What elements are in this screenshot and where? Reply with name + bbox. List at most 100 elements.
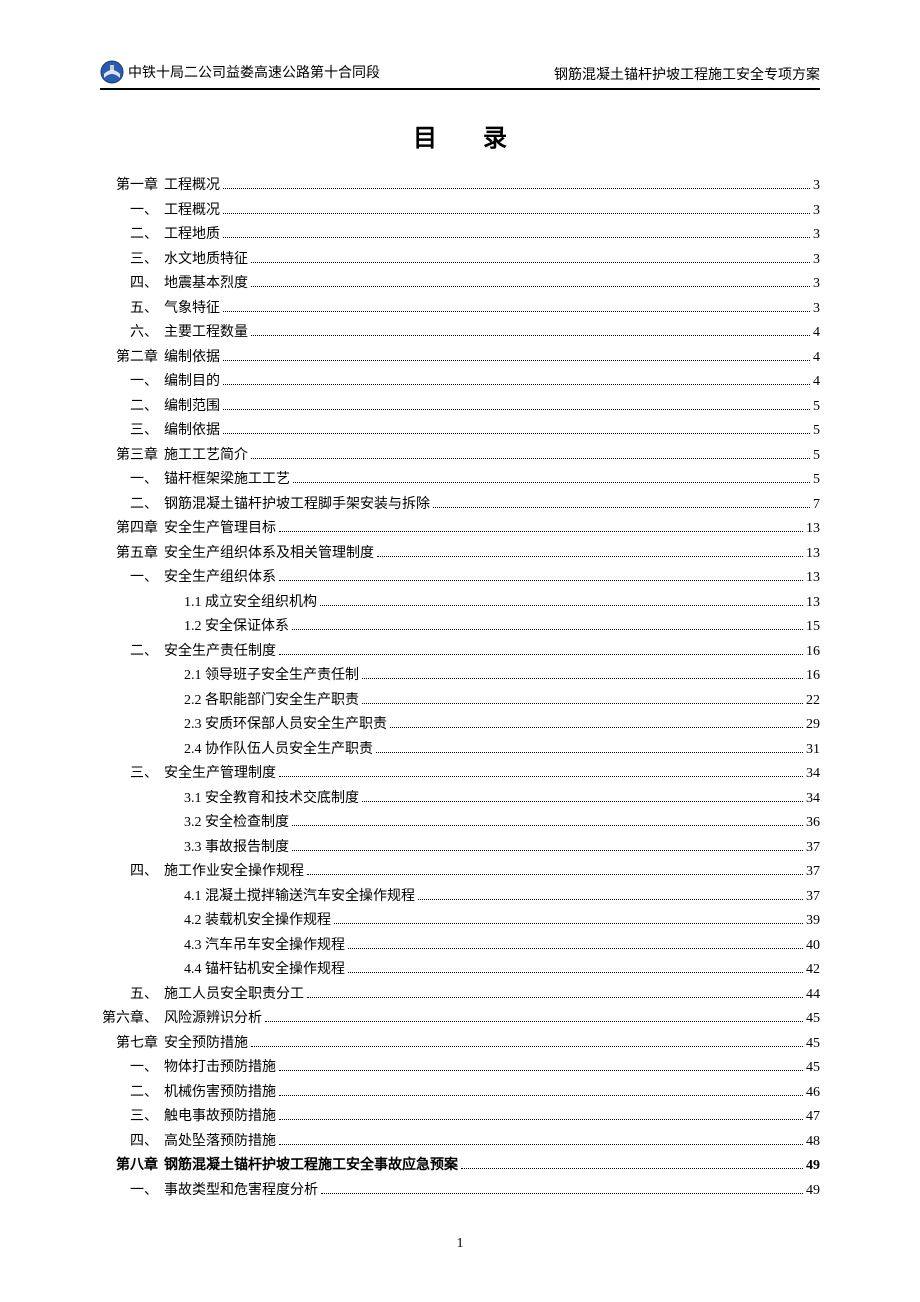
toc-entry-page: 37	[806, 865, 820, 879]
toc-entry-page: 34	[806, 767, 820, 781]
toc-entry-text: 2.2 各职能部门安全生产职责	[164, 694, 359, 708]
toc-entry-page: 4	[813, 351, 820, 365]
toc-entry: 四、施工作业安全操作规程37	[100, 865, 820, 879]
toc-entry-label: 四、	[100, 1135, 164, 1149]
toc-entry-label: 三、	[100, 253, 164, 267]
toc-entry: 二、钢筋混凝土锚杆护坡工程脚手架安装与拆除7	[100, 498, 820, 512]
toc-entry-page: 5	[813, 424, 820, 438]
toc-entry-label: 三、	[100, 767, 164, 781]
toc-leader-dots	[265, 1021, 803, 1022]
toc-entry-page: 49	[806, 1184, 820, 1198]
toc-entry-page: 16	[806, 669, 820, 683]
toc-entry-page: 3	[813, 228, 820, 242]
toc-entry: 三、编制依据5	[100, 424, 820, 438]
toc-entry: 五、气象特征3	[100, 302, 820, 316]
document-page: 中铁十局二公司益娄高速公路第十合同段 钢筋混凝土锚杆护坡工程施工安全专项方案 目…	[0, 0, 920, 1302]
toc-entry-text: 安全生产管理制度	[164, 767, 276, 781]
toc-entry: 4.2 装载机安全操作规程 39	[100, 914, 820, 928]
toc-leader-dots	[223, 433, 810, 434]
toc-entry-text: 事故类型和危害程度分析	[164, 1184, 318, 1198]
toc-entry-text: 钢筋混凝土锚杆护坡工程施工安全事故应急预案	[164, 1159, 458, 1173]
toc-leader-dots	[292, 629, 803, 630]
toc-leader-dots	[279, 580, 803, 581]
toc-entry-page: 36	[806, 816, 820, 830]
toc-entry-text: 4.4 锚杆钻机安全操作规程	[164, 963, 345, 977]
toc-leader-dots	[279, 1144, 803, 1145]
toc-entry-page: 45	[806, 1037, 820, 1051]
toc-entry: 1.2 安全保证体系15	[100, 620, 820, 634]
toc-entry: 第六章、风险源辨识分析45	[100, 1012, 820, 1026]
toc-entry: 一、事故类型和危害程度分析 49	[100, 1184, 820, 1198]
toc-entry: 一、物体打击预防措施45	[100, 1061, 820, 1075]
toc-entry-page: 45	[806, 1012, 820, 1026]
toc-title: 目 录	[100, 118, 820, 153]
toc-leader-dots	[390, 727, 803, 728]
toc-entry-page: 16	[806, 645, 820, 659]
toc-entry-page: 39	[806, 914, 820, 928]
toc-entry-text: 机械伤害预防措施	[164, 1086, 276, 1100]
toc-entry-text: 1.1 成立安全组织机构	[164, 596, 317, 610]
toc-entry-text: 2.3 安质环保部人员安全生产职责	[164, 718, 387, 732]
toc-entry-text: 4.1 混凝土搅拌输送汽车安全操作规程	[164, 890, 415, 904]
toc-entry-text: 3.3 事故报告制度	[164, 841, 289, 855]
toc-entry-label: 二、	[100, 645, 164, 659]
toc-entry-page: 13	[806, 596, 820, 610]
toc-entry-text: 1.2 安全保证体系	[164, 620, 289, 634]
toc-entry: 六、主要工程数量4	[100, 326, 820, 340]
toc-entry-text: 钢筋混凝土锚杆护坡工程脚手架安装与拆除	[164, 498, 430, 512]
toc-leader-dots	[321, 1193, 803, 1194]
toc-entry: 三、水文地质特征3	[100, 253, 820, 267]
toc-entry: 第七章安全预防措施45	[100, 1037, 820, 1051]
toc-leader-dots	[223, 311, 810, 312]
toc-entry-label: 二、	[100, 1086, 164, 1100]
toc-entry-text: 施工作业安全操作规程	[164, 865, 304, 879]
toc-entry-text: 编制范围	[164, 400, 220, 414]
toc-entry: 三、安全生产管理制度 34	[100, 767, 820, 781]
toc-entry-label: 第五章	[100, 547, 164, 561]
toc-entry: 2.4 协作队伍人员安全生产职责31	[100, 743, 820, 757]
toc-entry-text: 工程概况	[164, 179, 220, 193]
toc-entry-text: 4.2 装载机安全操作规程	[164, 914, 331, 928]
toc-leader-dots	[251, 1046, 803, 1047]
toc-entry-page: 48	[806, 1135, 820, 1149]
toc-entry: 二、工程地质3	[100, 228, 820, 242]
header-left: 中铁十局二公司益娄高速公路第十合同段	[100, 60, 380, 84]
toc-leader-dots	[292, 825, 803, 826]
toc-entry-page: 5	[813, 473, 820, 487]
table-of-contents: 第一章工程概况3一、工程概况3二、工程地质3三、水文地质特征3四、地震基本烈度3…	[100, 179, 820, 1198]
toc-leader-dots	[348, 972, 803, 973]
toc-entry-text: 主要工程数量	[164, 326, 248, 340]
toc-entry-text: 4.3 汽车吊车安全操作规程	[164, 939, 345, 953]
toc-entry-label: 一、	[100, 204, 164, 218]
toc-entry-label: 五、	[100, 988, 164, 1002]
toc-entry: 五、施工人员安全职责分工44	[100, 988, 820, 1002]
toc-entry-page: 47	[806, 1110, 820, 1124]
toc-entry: 3.1 安全教育和技术交底制度34	[100, 792, 820, 806]
toc-entry-text: 工程概况	[164, 204, 220, 218]
toc-leader-dots	[279, 531, 803, 532]
toc-entry-page: 4	[813, 375, 820, 389]
toc-entry-text: 高处坠落预防措施	[164, 1135, 276, 1149]
toc-entry: 3.2 安全检查制度36	[100, 816, 820, 830]
toc-entry-label: 一、	[100, 1184, 164, 1198]
toc-entry-label: 第二章	[100, 351, 164, 365]
toc-entry: 第二章编制依据4	[100, 351, 820, 365]
toc-leader-dots	[251, 458, 810, 459]
toc-entry: 第三章施工工艺简介5	[100, 449, 820, 463]
toc-entry-label: 四、	[100, 277, 164, 291]
toc-entry-page: 44	[806, 988, 820, 1002]
page-header: 中铁十局二公司益娄高速公路第十合同段 钢筋混凝土锚杆护坡工程施工安全专项方案	[100, 60, 820, 90]
toc-entry-label: 第一章	[100, 179, 164, 193]
toc-entry: 3.3 事故报告制度37	[100, 841, 820, 855]
toc-entry-page: 4	[813, 326, 820, 340]
toc-entry: 4.3 汽车吊车安全操作规程40	[100, 939, 820, 953]
toc-entry-label: 三、	[100, 1110, 164, 1124]
toc-entry-page: 46	[806, 1086, 820, 1100]
toc-entry-page: 34	[806, 792, 820, 806]
toc-entry: 二、编制范围5	[100, 400, 820, 414]
toc-entry-label: 第六章、	[100, 1012, 164, 1026]
toc-entry-page: 3	[813, 277, 820, 291]
toc-leader-dots	[348, 948, 803, 949]
toc-entry-label: 第七章	[100, 1037, 164, 1051]
toc-entry-label: 二、	[100, 228, 164, 242]
